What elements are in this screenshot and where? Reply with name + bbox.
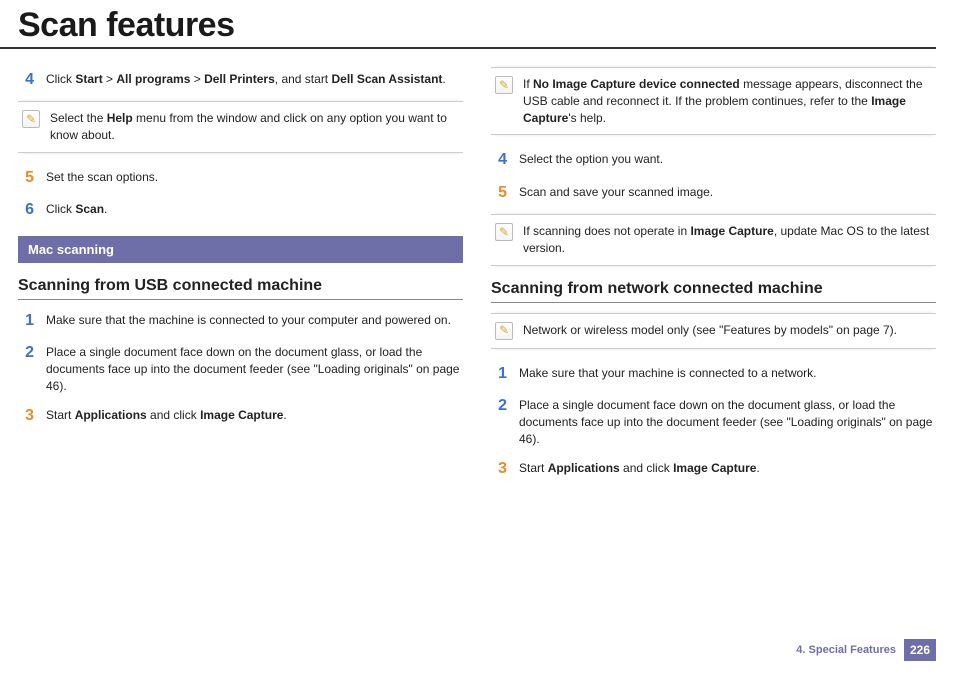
footer-chapter: 4. Special Features [796,644,896,656]
t: Click [46,202,75,216]
step-6-left: 6 Click Scan. [18,199,463,221]
t: If scanning does not operate in [523,224,690,238]
net-step-3: 3 Start Applications and click Image Cap… [491,458,936,480]
step-number: 2 [18,342,34,394]
step-text: Set the scan options. [46,167,463,189]
b: Image Capture [200,408,283,422]
t: Click [46,72,75,86]
b: Scan [75,202,104,216]
note-text: Select the Help menu from the window and… [50,110,459,144]
t: . [104,202,107,216]
b: No Image Capture device connected [533,77,740,91]
note-no-image-capture: ✎ If No Image Capture device connected m… [491,67,936,135]
step-number: 4 [18,69,34,91]
step-text: Make sure that your machine is connected… [519,363,936,385]
step-number: 3 [18,405,34,427]
b: Dell Printers [204,72,275,86]
left-column: 4 Click Start > All programs > Dell Prin… [18,59,463,490]
step-number: 5 [491,182,507,204]
b: Applications [75,408,147,422]
step-text: Start Applications and click Image Captu… [519,458,936,480]
content-columns: 4 Click Start > All programs > Dell Prin… [0,59,954,490]
b: Start [75,72,102,86]
t: > [190,72,204,86]
pencil-icon: ✎ [495,223,513,241]
step-number: 2 [491,395,507,447]
t: Start [519,461,548,475]
note-update-macos: ✎ If scanning does not operate in Image … [491,214,936,266]
t: and click [620,461,673,475]
section-mac-scanning: Mac scanning [18,236,463,263]
step-text: Make sure that the machine is connected … [46,310,463,332]
t: Start [46,408,75,422]
b: Image Capture [673,461,756,475]
b: All programs [116,72,190,86]
step-text: Place a single document face down on the… [46,342,463,394]
step-4-left: 4 Click Start > All programs > Dell Prin… [18,69,463,91]
b: Applications [548,461,620,475]
pencil-icon: ✎ [495,322,513,340]
note-text: If No Image Capture device connected mes… [523,76,932,126]
note-network-only: ✎ Network or wireless model only (see "F… [491,313,936,349]
subheading-usb: Scanning from USB connected machine [18,277,463,300]
b: Help [107,111,133,125]
subheading-network: Scanning from network connected machine [491,280,936,303]
t: Select the [50,111,107,125]
t: > [103,72,117,86]
net-step-1: 1 Make sure that your machine is connect… [491,363,936,385]
b: Image Capture [690,224,773,238]
step-number: 1 [18,310,34,332]
step-text: Select the option you want. [519,149,936,171]
step-4-right: 4 Select the option you want. [491,149,936,171]
t: , and start [275,72,332,86]
t: If [523,77,533,91]
pencil-icon: ✎ [22,110,40,128]
page-footer: 4. Special Features 226 [796,639,936,661]
step-number: 3 [491,458,507,480]
step-5-left: 5 Set the scan options. [18,167,463,189]
step-number: 4 [491,149,507,171]
t: . [283,408,286,422]
step-text: Scan and save your scanned image. [519,182,936,204]
t: . [756,461,759,475]
step-text: Start Applications and click Image Captu… [46,405,463,427]
t: . [442,72,445,86]
page-title: Scan features [0,0,936,49]
step-number: 5 [18,167,34,189]
note-text: Network or wireless model only (see "Fea… [523,322,897,340]
note-text: If scanning does not operate in Image Ca… [523,223,932,257]
step-text: Click Scan. [46,199,463,221]
right-column: ✎ If No Image Capture device connected m… [491,59,936,490]
step-number: 6 [18,199,34,221]
note-help-menu: ✎ Select the Help menu from the window a… [18,101,463,153]
usb-step-1: 1 Make sure that the machine is connecte… [18,310,463,332]
b: Dell Scan Assistant [331,72,442,86]
net-step-2: 2 Place a single document face down on t… [491,395,936,447]
usb-step-3: 3 Start Applications and click Image Cap… [18,405,463,427]
usb-step-2: 2 Place a single document face down on t… [18,342,463,394]
pencil-icon: ✎ [495,76,513,94]
step-text: Click Start > All programs > Dell Printe… [46,69,463,91]
t: 's help. [568,111,606,125]
step-5-right: 5 Scan and save your scanned image. [491,182,936,204]
step-number: 1 [491,363,507,385]
step-text: Place a single document face down on the… [519,395,936,447]
footer-page-number: 226 [904,639,936,661]
t: and click [147,408,200,422]
